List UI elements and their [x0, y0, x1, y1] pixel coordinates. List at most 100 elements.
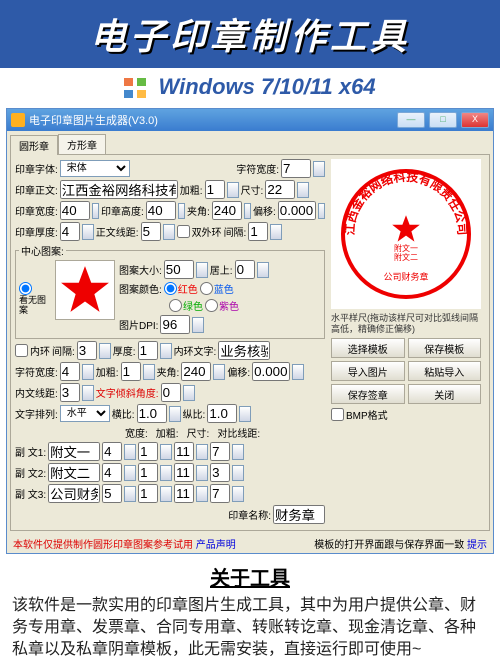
lineh-stepper[interactable]: [163, 224, 175, 240]
tilt-input[interactable]: [161, 383, 181, 402]
size-stepper[interactable]: [297, 182, 309, 198]
sealname-input[interactable]: [273, 505, 325, 524]
save-seal-button[interactable]: 保存签章: [331, 384, 405, 404]
close-button[interactable]: X: [461, 112, 489, 128]
sealh-input[interactable]: [146, 201, 176, 220]
import-image-button[interactable]: 导入图片: [331, 361, 405, 381]
tip-link[interactable]: 提示: [467, 540, 487, 551]
hratio-stepper[interactable]: [169, 406, 181, 422]
char-width-stepper[interactable]: [313, 161, 325, 177]
bold2-stepper[interactable]: [143, 364, 155, 380]
sub3-b-stepper[interactable]: [160, 486, 172, 502]
char-width-input[interactable]: [281, 159, 311, 178]
sub2-s-stepper[interactable]: [196, 465, 208, 481]
color-red-radio[interactable]: [164, 282, 177, 295]
above-input[interactable]: [235, 260, 255, 279]
sealw-stepper[interactable]: [92, 203, 99, 219]
maintext-input[interactable]: [60, 180, 178, 199]
dpi-stepper[interactable]: [192, 317, 204, 333]
innerdist-stepper[interactable]: [82, 385, 94, 401]
sub2-input[interactable]: [48, 463, 100, 482]
offset-input[interactable]: [278, 201, 316, 220]
sub2-l-stepper[interactable]: [232, 465, 244, 481]
picsize-stepper[interactable]: [196, 262, 208, 278]
cw2-stepper[interactable]: [82, 364, 94, 380]
sub2-s[interactable]: [174, 463, 194, 482]
sub3-s-stepper[interactable]: [196, 486, 208, 502]
hratio-input[interactable]: [137, 404, 167, 423]
above-stepper[interactable]: [257, 262, 269, 278]
inner-thick-stepper[interactable]: [160, 343, 172, 359]
product-statement-link[interactable]: 产品声明: [196, 540, 236, 551]
sub2-l[interactable]: [210, 463, 230, 482]
layout-select[interactable]: 水平: [60, 405, 110, 422]
sub3-l[interactable]: [210, 484, 230, 503]
tilt-stepper[interactable]: [183, 385, 195, 401]
bold-stepper[interactable]: [227, 182, 239, 198]
inner-ring-check[interactable]: [15, 344, 28, 357]
sub1-b-stepper[interactable]: [160, 444, 172, 460]
sub1-input[interactable]: [48, 442, 100, 461]
sub3-s[interactable]: [174, 484, 194, 503]
layout-label: 文字排列:: [15, 406, 58, 421]
inner-gap-input[interactable]: [77, 341, 97, 360]
angle2-stepper[interactable]: [213, 364, 225, 380]
color-green-radio[interactable]: [169, 299, 182, 312]
sub1-b[interactable]: [138, 442, 158, 461]
sub2-b-stepper[interactable]: [160, 465, 172, 481]
innerdist-input[interactable]: [60, 383, 80, 402]
offset2-input[interactable]: [252, 362, 290, 381]
size-input[interactable]: [265, 180, 295, 199]
offset-stepper[interactable]: [318, 203, 325, 219]
inner-thick-input[interactable]: [138, 341, 158, 360]
sub1-w-stepper[interactable]: [124, 444, 136, 460]
tab-round-seal[interactable]: 圆形章: [10, 135, 58, 155]
sub3-w[interactable]: [102, 484, 122, 503]
select-template-button[interactable]: 选择模板: [331, 338, 405, 358]
picsize-input[interactable]: [164, 260, 194, 279]
lineh-input[interactable]: [141, 222, 161, 241]
bmp-check[interactable]: [331, 408, 344, 421]
tab-square-seal[interactable]: 方形章: [58, 134, 106, 154]
maximize-button[interactable]: □: [429, 112, 457, 128]
sub3-w-stepper[interactable]: [124, 486, 136, 502]
color-blue-radio[interactable]: [200, 282, 213, 295]
color-purple-radio[interactable]: [205, 299, 218, 312]
cw2-input[interactable]: [60, 362, 80, 381]
paste-import-button[interactable]: 粘贴导入: [408, 361, 482, 381]
thick-stepper[interactable]: [82, 224, 94, 240]
vratio-input[interactable]: [207, 404, 237, 423]
center-star-radio[interactable]: [19, 282, 32, 295]
vratio-stepper[interactable]: [239, 406, 251, 422]
angle2-input[interactable]: [181, 362, 211, 381]
sub1-s-stepper[interactable]: [196, 444, 208, 460]
font-select[interactable]: 宋体: [60, 160, 130, 177]
gap-input[interactable]: [248, 222, 268, 241]
sub2-b[interactable]: [138, 463, 158, 482]
minimize-button[interactable]: —: [397, 112, 425, 128]
sub2-w-stepper[interactable]: [124, 465, 136, 481]
angle-input[interactable]: [212, 201, 242, 220]
double-outer-check[interactable]: [177, 225, 190, 238]
dpi-input[interactable]: [160, 315, 190, 334]
sub1-l[interactable]: [210, 442, 230, 461]
sealh-stepper[interactable]: [178, 203, 185, 219]
sub3-input[interactable]: [48, 484, 100, 503]
inner-gap-stepper[interactable]: [99, 343, 111, 359]
sub2-w[interactable]: [102, 463, 122, 482]
sub3-b[interactable]: [138, 484, 158, 503]
inner-text-input[interactable]: [218, 341, 270, 360]
angle-stepper[interactable]: [244, 203, 251, 219]
sub1-l-stepper[interactable]: [232, 444, 244, 460]
gap-stepper[interactable]: [270, 224, 282, 240]
save-template-button[interactable]: 保存模板: [408, 338, 482, 358]
sub1-w[interactable]: [102, 442, 122, 461]
sealw-input[interactable]: [60, 201, 90, 220]
thick-input[interactable]: [60, 222, 80, 241]
sub3-l-stepper[interactable]: [232, 486, 244, 502]
sub1-s[interactable]: [174, 442, 194, 461]
offset2-stepper[interactable]: [292, 364, 304, 380]
bold2-input[interactable]: [121, 362, 141, 381]
close-panel-button[interactable]: 关闭: [408, 384, 482, 404]
bold-input[interactable]: [205, 180, 225, 199]
